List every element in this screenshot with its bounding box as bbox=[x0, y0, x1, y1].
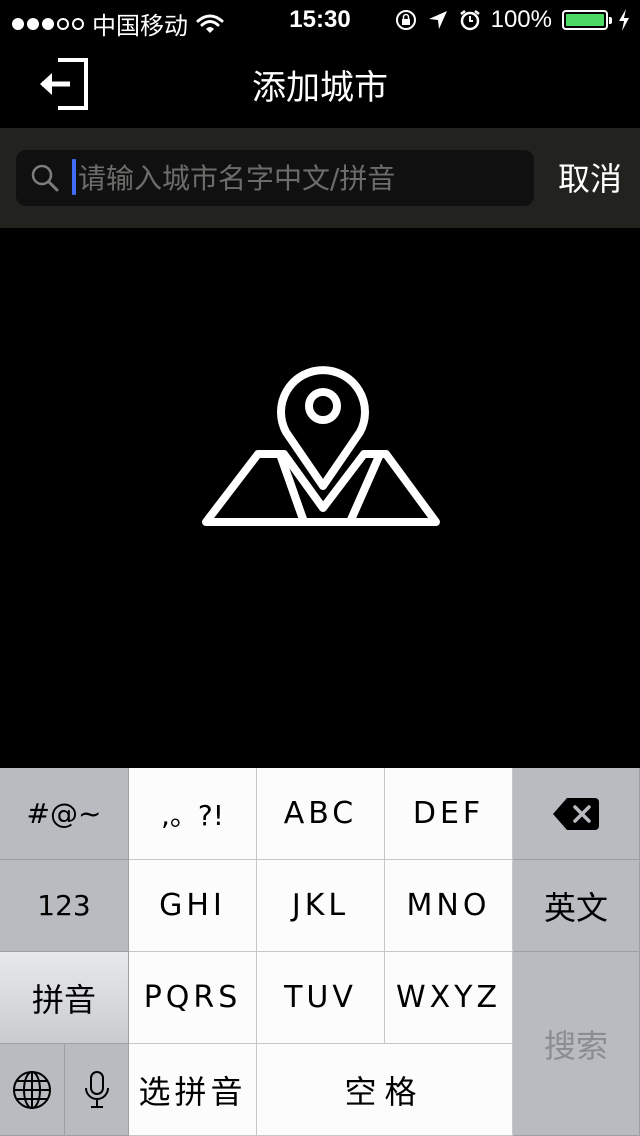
key-tuv[interactable]: TUV bbox=[257, 952, 385, 1044]
key-select-pinyin[interactable]: 选拼音 bbox=[129, 1044, 257, 1136]
key-abc[interactable]: ABC bbox=[257, 768, 385, 860]
key-search[interactable]: 搜索 bbox=[513, 952, 640, 1136]
keyboard: #@~ ,。?! ABC DEF 123 GHI JKL MNO 英文 拼音 P… bbox=[0, 768, 640, 1136]
globe-icon bbox=[13, 1070, 51, 1109]
key-english[interactable]: 英文 bbox=[513, 860, 640, 952]
search-bar: 取消 bbox=[0, 128, 640, 228]
key-globe[interactable] bbox=[0, 1044, 65, 1136]
search-input[interactable] bbox=[78, 150, 518, 206]
key-numbers[interactable]: 123 bbox=[0, 860, 129, 952]
key-space[interactable]: 空格 bbox=[257, 1044, 513, 1136]
key-pqrs[interactable]: PQRS bbox=[129, 952, 257, 1044]
search-icon bbox=[31, 164, 59, 192]
microphone-icon bbox=[84, 1070, 109, 1108]
key-def[interactable]: DEF bbox=[385, 768, 513, 860]
text-caret bbox=[72, 159, 76, 195]
orientation-lock-icon bbox=[395, 10, 416, 30]
alarm-icon bbox=[459, 10, 480, 31]
page-title: 添加城市 bbox=[252, 69, 388, 107]
key-symbols[interactable]: #@~ bbox=[0, 768, 129, 860]
key-mno[interactable]: MNO bbox=[385, 860, 513, 952]
key-jkl[interactable]: JKL bbox=[257, 860, 385, 952]
battery-icon bbox=[562, 10, 612, 30]
cancel-button[interactable]: 取消 bbox=[558, 154, 622, 200]
search-box[interactable] bbox=[16, 150, 534, 206]
status-bar: 中国移动 15:30 100% bbox=[0, 0, 640, 40]
key-delete[interactable] bbox=[513, 768, 640, 860]
battery-percent: 100% bbox=[490, 6, 552, 33]
key-pinyin[interactable]: 拼音 bbox=[0, 952, 129, 1044]
key-ghi[interactable]: GHI bbox=[129, 860, 257, 952]
key-microphone[interactable] bbox=[65, 1044, 129, 1136]
key-punctuation[interactable]: ,。?! bbox=[129, 768, 257, 860]
delete-icon bbox=[553, 797, 599, 830]
map-pin-icon bbox=[202, 366, 440, 526]
key-wxyz[interactable]: WXYZ bbox=[385, 952, 513, 1044]
charging-bolt-icon bbox=[619, 9, 629, 31]
location-arrow-icon bbox=[428, 11, 447, 29]
nav-bar: 添加城市 bbox=[0, 40, 640, 128]
